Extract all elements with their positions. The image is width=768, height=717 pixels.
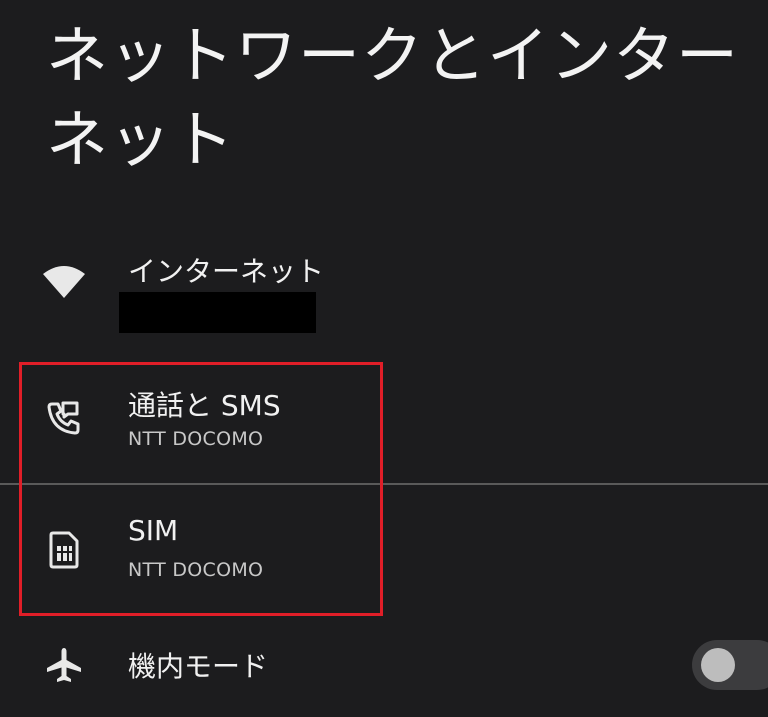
airplane-mode-toggle[interactable]: [692, 640, 768, 690]
airplane-mode-title: 機内モード: [128, 650, 269, 683]
redacted-network-name: [119, 292, 316, 333]
highlight-box: [19, 362, 383, 616]
page-title-line2: ネット: [46, 103, 236, 176]
internet-row[interactable]: インターネット: [0, 240, 768, 350]
internet-title: インターネット: [128, 255, 325, 288]
airplane-icon: [40, 641, 88, 689]
airplane-mode-row[interactable]: 機内モード: [0, 620, 768, 717]
wifi-icon: [40, 258, 88, 306]
page-title-line1: ネットワークとインター: [46, 19, 740, 92]
toggle-knob: [701, 648, 735, 682]
page-title: ネットワークとインター ネット: [46, 14, 746, 182]
